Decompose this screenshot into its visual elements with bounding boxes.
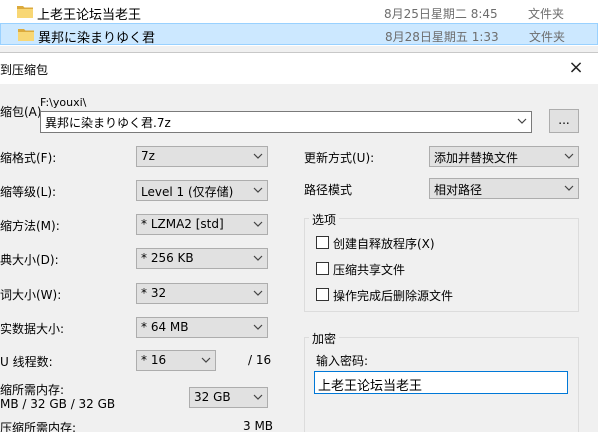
dict-select[interactable]: * 256 KB	[136, 248, 268, 269]
chevron-down-icon	[253, 153, 263, 159]
chevron-down-icon	[564, 185, 574, 191]
browse-button[interactable]: ...	[549, 109, 579, 133]
level-value: Level 1 (仅存储)	[141, 185, 234, 199]
shared-files-label: 压缩共享文件	[333, 263, 406, 277]
level-select[interactable]: Level 1 (仅存储)	[136, 180, 268, 201]
mem-compress-value: 32 GB	[194, 390, 231, 404]
encryption-title: 加密	[309, 330, 340, 347]
chevron-down-icon	[517, 118, 527, 124]
file-row[interactable]: 上老王论坛当老王 8月25日星期二 8:45 文件夹	[0, 1, 598, 23]
mem-decompress-value: 3 MB	[243, 419, 274, 432]
file-date: 8月28日星期五 1:33	[385, 30, 499, 44]
mem-compress-label: 缩所需内存:	[0, 383, 65, 397]
mem-compress-select[interactable]: 32 GB	[189, 387, 268, 408]
file-name: 異邦に染まりゆく君	[38, 31, 156, 46]
chevron-down-icon	[253, 221, 263, 227]
method-value: * LZMA2 [std]	[141, 217, 224, 231]
path-mode-select[interactable]: 相对路径	[429, 178, 579, 199]
delete-source-checkbox[interactable]	[316, 288, 329, 301]
dict-label: 典大小(D):	[0, 253, 59, 267]
chevron-down-icon	[564, 153, 574, 159]
file-row-selected[interactable]: 異邦に染まりゆく君 8月28日星期五 1:33 文件夹	[0, 23, 598, 46]
folder-icon	[17, 6, 33, 18]
browse-label: ...	[558, 113, 570, 127]
update-mode-select[interactable]: 添加并替换文件	[429, 146, 579, 167]
update-mode-label: 更新方式(U):	[304, 151, 375, 165]
password-label: 输入密码:	[316, 354, 369, 368]
chevron-down-icon	[253, 255, 263, 261]
solid-label: 实数据大小:	[0, 322, 65, 336]
chevron-down-icon	[201, 357, 211, 363]
archive-path: F:\youxi\	[40, 96, 87, 109]
threads-label: U 线程数:	[0, 355, 53, 369]
folder-icon	[18, 29, 34, 41]
file-type: 文件夹	[528, 7, 565, 21]
word-select[interactable]: * 32	[136, 283, 268, 304]
shared-files-checkbox[interactable]	[316, 262, 329, 275]
mem-compress-detail: MB / 32 GB / 32 GB	[0, 397, 116, 411]
format-select[interactable]: 7z	[136, 146, 268, 167]
threads-max: / 16	[248, 353, 272, 367]
sfx-checkbox[interactable]	[316, 236, 329, 249]
dict-value: * 256 KB	[141, 251, 194, 265]
chevron-down-icon	[253, 187, 263, 193]
dialog-title: 到压缩包	[0, 63, 49, 77]
format-label: 缩格式(F):	[0, 151, 57, 165]
path-mode-label: 路径模式	[304, 183, 353, 197]
password-value: 上老王论坛当老王	[318, 379, 423, 394]
solid-value: * 64 MB	[141, 320, 189, 334]
close-icon: ×	[568, 57, 584, 78]
solid-select[interactable]: * 64 MB	[136, 317, 268, 338]
file-date: 8月25日星期二 8:45	[384, 7, 498, 21]
chevron-down-icon	[253, 324, 263, 330]
file-list: 上老王论坛当老王 8月25日星期二 8:45 文件夹 異邦に染まりゆく君 8月2…	[0, 0, 598, 46]
add-to-archive-dialog: 到压缩包 × 缩包(A) F:\youxi\ 異邦に染まりゆく君.7z ... …	[0, 52, 598, 432]
close-button[interactable]: ×	[560, 55, 592, 81]
word-value: * 32	[141, 286, 167, 300]
password-input[interactable]: 上老王论坛当老王	[314, 371, 568, 394]
options-title: 选项	[309, 211, 340, 228]
chevron-down-icon	[253, 290, 263, 296]
file-name: 上老王论坛当老王	[37, 8, 142, 23]
method-label: 缩方法(M):	[0, 219, 60, 233]
threads-select[interactable]: * 16	[136, 350, 216, 371]
method-select[interactable]: * LZMA2 [std]	[136, 214, 268, 235]
mem-decompress-label: 压缩所需内存:	[0, 421, 77, 432]
path-mode-value: 相对路径	[434, 183, 483, 197]
word-label: 词大小(W):	[0, 288, 62, 302]
format-value: 7z	[141, 149, 155, 163]
delete-source-label: 操作完成后删除源文件	[333, 289, 454, 303]
archive-label: 缩包(A)	[0, 105, 42, 119]
file-type: 文件夹	[529, 30, 566, 44]
archive-name-combo[interactable]: 異邦に染まりゆく君.7z	[40, 111, 532, 133]
chevron-down-icon	[253, 394, 263, 400]
threads-value: * 16	[141, 353, 167, 367]
update-mode-value: 添加并替换文件	[434, 151, 519, 165]
sfx-label: 创建自释放程序(X)	[333, 237, 435, 251]
dialog-title-bar: 到压缩包 ×	[0, 53, 598, 84]
archive-name-value: 異邦に染まりゆく君.7z	[45, 116, 171, 130]
level-label: 缩等级(L):	[0, 185, 57, 199]
